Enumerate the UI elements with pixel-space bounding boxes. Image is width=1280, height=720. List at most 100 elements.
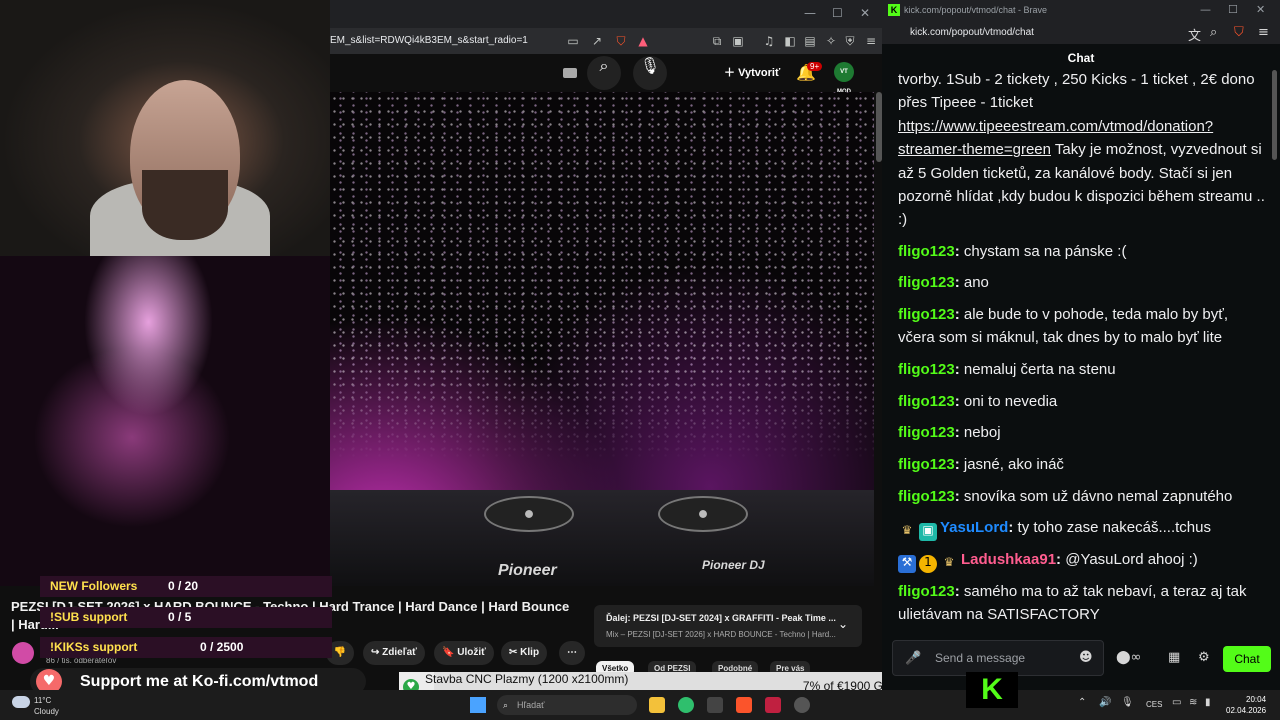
sidebar-icon[interactable]: ◧ xyxy=(783,34,797,48)
battery-icon[interactable]: ▮ xyxy=(1205,697,1211,708)
cloud-icon[interactable] xyxy=(12,696,30,708)
message-text: neboj xyxy=(963,424,1001,441)
chat-username[interactable]: fligo123 xyxy=(898,456,955,473)
chat-message: fligo123: nemaluj čerta na stenu xyxy=(898,358,1268,381)
clock-time: 20:04 xyxy=(1246,695,1267,704)
colon: : xyxy=(954,393,964,410)
chat-message: ⚒ 1 ♛ Ladushkaa91: @YasuLord ahooj :) xyxy=(898,548,1268,573)
channel-avatar[interactable] xyxy=(12,642,34,664)
save-label: Uložiť xyxy=(457,647,486,658)
colon: : xyxy=(954,583,964,600)
create-button[interactable]: ＋ Vytvoriť xyxy=(718,62,786,84)
vpn-icon[interactable]: ⛨ xyxy=(843,34,857,48)
chat-username[interactable]: fligo123 xyxy=(898,243,955,260)
speaker-icon[interactable]: 🔊 xyxy=(1099,697,1111,708)
url-text[interactable]: kick.com/popout/vtmod/chat xyxy=(910,27,1034,38)
colon: : xyxy=(954,424,964,441)
chat-input-placeholder: Send a message xyxy=(935,651,1026,665)
address-bar[interactable]: kick.com/popout/vtmod/chat 文 ⌕ ⛉ ≡ xyxy=(882,22,1280,44)
chevron-up-icon[interactable]: ⌃ xyxy=(1078,697,1086,708)
up-next-card[interactable]: Ďalej: PEZSI [DJ-SET 2024] x GRAFFITI - … xyxy=(594,605,862,647)
brave-shield-icon[interactable]: ⛉ xyxy=(614,34,628,48)
more-button[interactable]: ⋯ xyxy=(559,641,585,665)
up-next-subtitle: Mix – PEZSI [DJ-SET 2026] x HARD BOUNCE … xyxy=(606,630,836,639)
menu-icon[interactable]: ≡ xyxy=(864,34,878,48)
colon: : xyxy=(954,243,964,260)
mic-icon[interactable]: 🎙 xyxy=(633,56,667,90)
chat-username[interactable]: fligo123 xyxy=(898,424,955,441)
music-icon[interactable]: ♫ xyxy=(762,34,776,48)
gift-icon[interactable]: ▦ xyxy=(1168,650,1180,665)
monitor-icon[interactable]: ▭ xyxy=(1172,697,1181,708)
share-button[interactable]: ↪ Zdieľať xyxy=(363,641,425,665)
minimize-icon[interactable]: — xyxy=(804,6,816,20)
chat-username[interactable]: fligo123 xyxy=(898,274,955,291)
chat-message: fligo123: oni to nevedia xyxy=(898,390,1268,413)
wifi-icon[interactable]: ≋ xyxy=(1189,697,1197,708)
mic-icon[interactable]: 🎤 xyxy=(905,651,921,666)
wallet-icon[interactable]: ▤ xyxy=(803,34,817,48)
clip-button[interactable]: ✂ Klip xyxy=(501,641,548,665)
translate-icon[interactable]: 文 xyxy=(1188,25,1201,44)
maximize-icon[interactable]: ☐ xyxy=(832,6,843,20)
goal-label: NEW Followers xyxy=(50,579,138,593)
goal-value: 0 / 5 xyxy=(168,610,192,624)
mic-icon[interactable]: 🎙 xyxy=(1121,697,1134,708)
kicks-icon[interactable]: ⬤∞ xyxy=(1116,650,1141,665)
app-icon[interactable] xyxy=(707,697,723,713)
chat-message: fligo123: chystam sa na pánske :( xyxy=(898,240,1268,263)
chat-username[interactable]: fligo123 xyxy=(898,583,955,600)
url-text[interactable]: EM_s&list=RDWQi4kB3EM_s&start_radio=1 xyxy=(330,35,528,46)
extensions-icon[interactable]: ⧉ xyxy=(710,34,724,48)
close-icon[interactable]: ✕ xyxy=(1256,3,1265,16)
maximize-icon[interactable]: ☐ xyxy=(1228,3,1238,16)
avatar[interactable]: VT MOD xyxy=(834,62,854,95)
cast-icon[interactable]: ▭ xyxy=(566,34,580,48)
scrollbar[interactable] xyxy=(1272,70,1277,160)
brave-shield-icon[interactable]: ⛉ xyxy=(1234,25,1244,40)
clock-date: 02.04.2026 xyxy=(1226,706,1267,715)
chat-username[interactable]: fligo123 xyxy=(898,306,955,323)
chat-message: fligo123: neboj xyxy=(898,421,1268,444)
share-icon[interactable]: ↗ xyxy=(590,34,604,48)
app-icon[interactable] xyxy=(794,697,810,713)
gear-icon[interactable]: ⚙ xyxy=(1198,650,1210,665)
close-icon[interactable]: ✕ xyxy=(860,6,870,20)
brave-icon[interactable] xyxy=(736,697,752,713)
chrome-icon[interactable] xyxy=(678,697,694,713)
chat-username[interactable]: Ladushkaa91 xyxy=(961,551,1056,568)
chat-send-button[interactable]: Chat xyxy=(1223,646,1271,672)
message-text: oni to nevedia xyxy=(963,393,1058,410)
chat-input[interactable]: 🎤 Send a message ☻ xyxy=(892,640,1104,676)
chat-username[interactable]: fligo123 xyxy=(898,393,955,410)
chat-username[interactable]: fligo123 xyxy=(898,361,955,378)
chat-username[interactable]: fligo123 xyxy=(898,488,955,505)
app-icon[interactable] xyxy=(765,697,781,713)
language-indicator[interactable]: CES xyxy=(1146,700,1162,709)
goal-value: 0 / 2500 xyxy=(200,640,244,654)
search-icon[interactable]: ⌕ xyxy=(587,56,621,90)
emoji-icon[interactable]: ☻ xyxy=(1079,650,1093,665)
minimize-icon[interactable]: — xyxy=(1200,3,1211,16)
leo-icon[interactable]: ✧ xyxy=(824,34,838,48)
save-button[interactable]: 🔖 Uložiť xyxy=(434,641,494,665)
media-icon[interactable]: ▣ xyxy=(731,34,745,48)
chat-message: fligo123: snovíka som už dávno nemal zap… xyxy=(898,485,1268,508)
taskbar-search[interactable]: ⌕ Hľadať xyxy=(497,695,637,715)
chat-username[interactable]: YasuLord xyxy=(940,519,1008,536)
file-explorer-icon[interactable] xyxy=(649,697,665,713)
cnc-goal-title: Stavba CNC Plazmy (1200 x2100mm) xyxy=(425,672,629,686)
chevron-down-icon[interactable]: ⌄ xyxy=(838,617,848,631)
share-label: Zdieľať xyxy=(382,647,417,658)
windows-start-icon[interactable] xyxy=(470,697,486,713)
chat-message: fligo123: ale bude to v pohode, teda mal… xyxy=(898,303,1268,350)
brave-rewards-icon[interactable]: ▲ xyxy=(636,34,650,48)
menu-icon[interactable]: ≡ xyxy=(1258,25,1269,40)
keyboard-icon[interactable] xyxy=(563,68,577,78)
message-text: jasné, ako ináč xyxy=(963,456,1064,473)
clock[interactable]: 20:04 02.04.2026 xyxy=(1226,694,1266,716)
message-text: chystam sa na pánske :( xyxy=(963,243,1127,260)
up-next-title: Ďalej: PEZSI [DJ-SET 2024] x GRAFFITI - … xyxy=(606,613,836,623)
chat-message: fligo123: samého ma to až tak nebaví, a … xyxy=(898,580,1268,627)
zoom-icon[interactable]: ⌕ xyxy=(1210,25,1217,40)
